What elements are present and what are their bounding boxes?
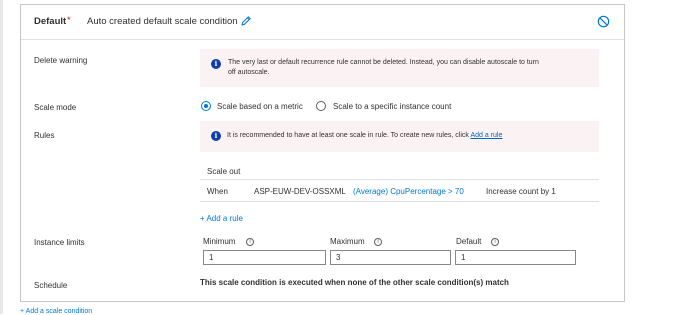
add-a-rule-link[interactable]: Add a rule <box>470 132 502 139</box>
default-label: Default <box>456 237 482 246</box>
info-icon: i <box>211 131 221 141</box>
prohibited-icon[interactable] <box>597 15 610 28</box>
instance-limits-label: Instance limits <box>34 238 85 247</box>
default-info-icon[interactable]: i <box>491 238 499 246</box>
minimum-info-icon[interactable]: i <box>246 238 254 246</box>
rule-row[interactable]: When ASP-EUW-DEV-OSSXML (Average) CpuPer… <box>200 180 599 201</box>
minimum-input[interactable]: 1 <box>203 250 326 265</box>
scale-out-heading: Scale out <box>207 167 241 176</box>
delete-warning-text: The very last or default recurrence rule… <box>228 59 539 76</box>
pencil-icon[interactable] <box>240 15 252 27</box>
delete-warning-label: Delete warning <box>34 56 88 65</box>
rules-label: Rules <box>34 131 55 140</box>
rule-when: When <box>207 187 228 196</box>
scale-mode-label: Scale mode <box>34 103 77 112</box>
scale-instance-radio[interactable] <box>316 101 326 111</box>
delete-warning-box: i The very last or default recurrence ru… <box>200 49 599 87</box>
condition-name: Default <box>34 16 67 27</box>
maximum-info-icon[interactable]: i <box>374 238 382 246</box>
maximum-label: Maximum <box>330 237 365 246</box>
required-mark: * <box>67 15 71 26</box>
minimum-label: Minimum <box>203 237 236 246</box>
rules-info-box: i It is recommended to have at least one… <box>200 121 599 152</box>
scale-metric-option[interactable]: Scale based on a metric <box>217 102 303 111</box>
default-input[interactable]: 1 <box>455 250 576 265</box>
condition-description: Auto created default scale condition <box>87 16 238 27</box>
rule-metric: (Average) CpuPercentage > 70 <box>353 187 464 196</box>
page-left-edge <box>0 0 3 314</box>
rule-resource: ASP-EUW-DEV-OSSXML <box>254 187 346 196</box>
scale-metric-radio[interactable] <box>201 101 211 111</box>
maximum-input[interactable]: 3 <box>330 250 451 265</box>
rules-info-text: It is recommended to have at least one s… <box>227 132 503 139</box>
info-icon: i <box>211 59 221 69</box>
rule-action: Increase count by 1 <box>486 187 556 196</box>
add-rule-button[interactable]: + Add a rule <box>200 214 243 223</box>
scale-instance-option[interactable]: Scale to a specific instance count <box>333 102 451 111</box>
schedule-label: Schedule <box>34 281 68 290</box>
schedule-text: This scale condition is executed when no… <box>200 278 509 287</box>
rules-divider-bottom <box>200 201 599 202</box>
